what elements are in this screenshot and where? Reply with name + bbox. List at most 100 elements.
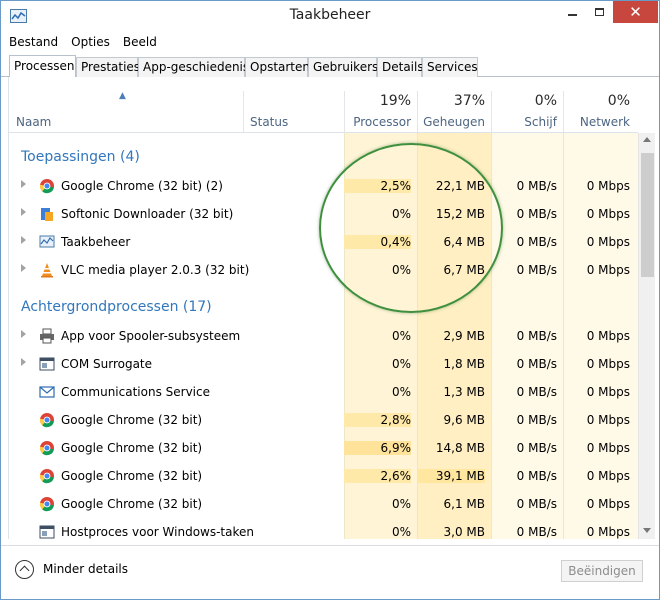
memory-value: 6,1 MB xyxy=(443,497,485,511)
network-value: 0 Mbps xyxy=(586,235,630,249)
process-row[interactable]: Google Chrome (32 bit) 2,6% 39,1 MB 0 MB… xyxy=(9,462,638,490)
printer-icon xyxy=(40,328,54,344)
cpu-value: 0% xyxy=(391,385,411,399)
task-manager-window: Taakbeheer ✕ Bestand Opties Beeld Proces… xyxy=(0,0,660,600)
process-row[interactable]: Google Chrome (32 bit) 0% 6,1 MB 0 MB/s … xyxy=(9,490,638,518)
header-cpu-total[interactable]: 19% xyxy=(344,93,411,109)
memory-value: 22,1 MB xyxy=(435,179,485,193)
header-status[interactable]: Status xyxy=(250,115,288,129)
expand-chevron-icon[interactable] xyxy=(21,330,26,338)
memory-value: 15,2 MB xyxy=(435,207,485,221)
process-name: COM Surrogate xyxy=(61,357,153,371)
tab-gebruikers[interactable]: Gebruikers xyxy=(308,57,378,77)
process-row[interactable]: COM Surrogate 0% 1,8 MB 0 MB/s 0 Mbps xyxy=(9,350,638,378)
memory-value: 14,8 MB xyxy=(435,441,485,455)
process-name: Google Chrome (32 bit) (2) xyxy=(61,179,223,193)
tab-bar: Processen Prestaties App-geschiedenis Op… xyxy=(1,55,659,77)
tab-opstarten[interactable]: Opstarten xyxy=(245,57,310,77)
memory-value: 6,4 MB xyxy=(443,235,485,249)
network-value: 0 Mbps xyxy=(586,497,630,511)
tab-prestaties[interactable]: Prestaties xyxy=(76,57,140,77)
chrome-icon xyxy=(39,441,54,456)
group-header-apps[interactable]: Toepassingen (4) xyxy=(9,142,638,170)
network-value: 0 Mbps xyxy=(586,263,630,277)
minimize-button[interactable] xyxy=(559,1,586,23)
memory-value: 1,3 MB xyxy=(443,385,485,399)
tab-services[interactable]: Services xyxy=(422,57,478,77)
scrollbar-thumb[interactable] xyxy=(641,153,654,277)
header-naam[interactable]: Naam xyxy=(16,115,51,129)
network-value: 0 Mbps xyxy=(586,207,630,221)
disk-value: 0 MB/s xyxy=(516,329,557,343)
disk-value: 0 MB/s xyxy=(516,263,557,277)
process-row[interactable]: Communications Service 0% 1,3 MB 0 MB/s … xyxy=(9,378,638,406)
cpu-value: 2,6% xyxy=(344,469,411,483)
header-processor[interactable]: Processor xyxy=(344,115,411,129)
vlc-icon xyxy=(41,263,53,278)
process-row[interactable]: Google Chrome (32 bit) 2,8% 9,6 MB 0 MB/… xyxy=(9,406,638,434)
tab-details[interactable]: Details xyxy=(377,57,424,77)
menu-opties[interactable]: Opties xyxy=(71,35,110,49)
disk-value: 0 MB/s xyxy=(516,469,557,483)
network-value: 0 Mbps xyxy=(586,469,630,483)
process-row[interactable]: Softonic Downloader (32 bit) 0% 15,2 MB … xyxy=(9,200,638,228)
header-network-total[interactable]: 0% xyxy=(563,93,630,109)
tab-app-geschiedenis[interactable]: App-geschiedenis xyxy=(138,57,249,77)
minimize-icon xyxy=(568,14,577,16)
network-value: 0 Mbps xyxy=(586,413,630,427)
process-row[interactable]: Google Chrome (32 bit) 6,9% 14,8 MB 0 MB… xyxy=(9,434,638,462)
memory-value: 3,0 MB xyxy=(443,525,485,539)
vertical-scrollbar[interactable] xyxy=(638,133,655,539)
process-row[interactable]: VLC media player 2.0.3 (32 bit) 0% 6,7 M… xyxy=(9,256,638,284)
network-value: 0 Mbps xyxy=(586,329,630,343)
header-netwerk[interactable]: Netwerk xyxy=(563,115,630,129)
softonic-icon xyxy=(41,208,53,221)
expand-chevron-icon[interactable] xyxy=(21,264,26,272)
disk-value: 0 MB/s xyxy=(516,235,557,249)
expand-chevron-icon[interactable] xyxy=(21,180,26,188)
header-geheugen[interactable]: Geheugen xyxy=(417,115,485,129)
process-row[interactable]: Taakbeheer 0,4% 6,4 MB 0 MB/s 0 Mbps xyxy=(9,228,638,256)
cpu-value: 2,5% xyxy=(344,179,411,193)
scroll-down-arrow-icon[interactable] xyxy=(643,528,651,533)
process-name: Hostproces voor Windows-taken xyxy=(61,525,254,539)
process-name: Google Chrome (32 bit) xyxy=(61,413,203,427)
expand-chevron-icon[interactable] xyxy=(21,358,26,366)
network-value: 0 Mbps xyxy=(586,385,630,399)
menu-bar: Bestand Opties Beeld xyxy=(1,32,659,52)
header-divider[interactable] xyxy=(243,91,244,133)
collapse-chevron-icon[interactable] xyxy=(15,560,34,579)
scroll-up-arrow-icon[interactable] xyxy=(643,137,651,142)
process-name: Softonic Downloader (32 bit) xyxy=(61,207,234,221)
group-title: Toepassingen (4) xyxy=(21,149,140,165)
cpu-value: 0% xyxy=(391,263,411,277)
group-header-background[interactable]: Achtergrondprocessen (17) xyxy=(9,292,638,320)
memory-value: 2,9 MB xyxy=(443,329,485,343)
tab-processen[interactable]: Processen xyxy=(9,55,76,77)
mail-icon xyxy=(39,386,55,398)
process-name: VLC media player 2.0.3 (32 bit) xyxy=(61,263,250,277)
process-row[interactable]: App voor Spooler-subsysteem 0% 2,9 MB 0 … xyxy=(9,322,638,350)
process-name: Google Chrome (32 bit) xyxy=(61,469,203,483)
maximize-button[interactable] xyxy=(586,1,613,23)
disk-value: 0 MB/s xyxy=(516,497,557,511)
menu-bestand[interactable]: Bestand xyxy=(9,35,58,49)
disk-value: 0 MB/s xyxy=(516,525,557,539)
network-value: 0 Mbps xyxy=(586,179,630,193)
sort-ascending-icon: ▲ xyxy=(119,91,126,101)
fewer-details-link[interactable]: Minder details xyxy=(43,562,128,576)
close-button[interactable]: ✕ xyxy=(613,1,658,23)
column-header: ▲ Naam Status 19% Processor 37% Geheugen… xyxy=(9,77,638,133)
process-name: Taakbeheer xyxy=(61,235,131,249)
menu-beeld[interactable]: Beeld xyxy=(123,35,157,49)
end-task-button[interactable]: Beëindigen xyxy=(561,560,643,582)
expand-chevron-icon[interactable] xyxy=(21,236,26,244)
window-app-icon xyxy=(39,525,55,539)
expand-chevron-icon[interactable] xyxy=(21,208,26,216)
header-memory-total[interactable]: 37% xyxy=(417,93,485,109)
header-disk-total[interactable]: 0% xyxy=(491,93,557,109)
title-bar[interactable]: Taakbeheer ✕ xyxy=(1,1,659,31)
process-row[interactable]: Hostproces voor Windows-taken 0% 3,0 MB … xyxy=(9,518,638,539)
process-row[interactable]: Google Chrome (32 bit) (2) 2,5% 22,1 MB … xyxy=(9,172,638,200)
header-schijf[interactable]: Schijf xyxy=(491,115,557,129)
